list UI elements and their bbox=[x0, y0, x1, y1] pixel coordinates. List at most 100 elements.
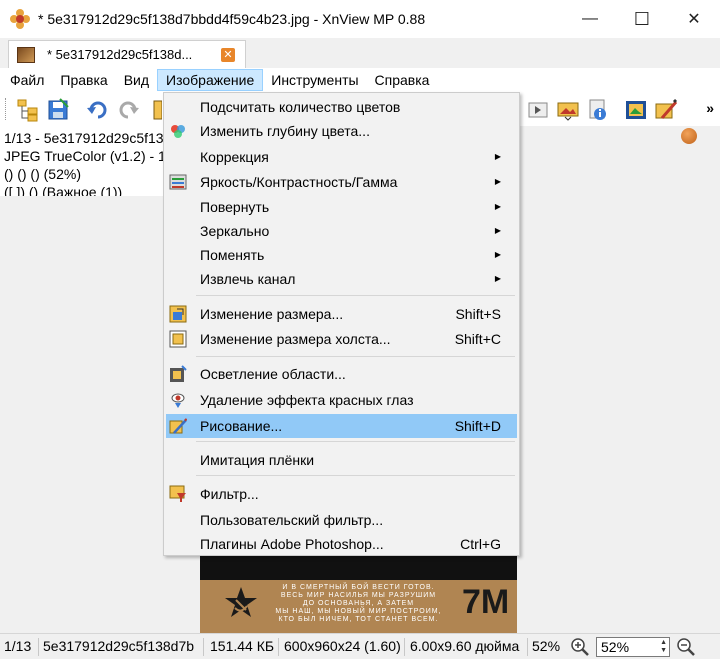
menu-item-shortcut: Shift+S bbox=[455, 306, 501, 322]
menu-item-3[interactable]: Коррекция ▶ bbox=[166, 145, 517, 169]
fullscreen-icon[interactable] bbox=[624, 98, 648, 122]
menu-separator bbox=[196, 356, 515, 357]
menu-item-label: Поменять bbox=[200, 247, 265, 263]
undo-icon[interactable] bbox=[86, 98, 110, 122]
brightness-icon bbox=[169, 173, 187, 191]
redo-icon[interactable] bbox=[116, 98, 140, 122]
toolbar-grip[interactable] bbox=[5, 98, 8, 120]
red-eye-icon bbox=[169, 391, 187, 409]
menu-item-5[interactable]: Повернуть ▶ bbox=[166, 195, 517, 219]
submenu-arrow-icon: ▶ bbox=[494, 152, 501, 161]
slideshow-icon[interactable] bbox=[556, 98, 580, 122]
menu-edit[interactable]: Правка bbox=[52, 69, 115, 91]
menu-item-label: Яркость/Контрастность/Гамма bbox=[200, 174, 398, 190]
menu-item-label: Изменение размера... bbox=[200, 306, 344, 322]
menu-item-label: Фильтр... bbox=[200, 486, 259, 502]
submenu-arrow-icon: ▶ bbox=[494, 250, 501, 259]
menu-item-shortcut: Ctrl+G bbox=[460, 536, 501, 552]
menu-item-8[interactable]: Извлечь канал ▶ bbox=[166, 267, 517, 291]
menu-view[interactable]: Вид bbox=[116, 69, 157, 91]
menu-file[interactable]: Файл bbox=[2, 69, 52, 91]
info-line-zoom: () () () (52%) bbox=[4, 166, 81, 182]
menu-item-10[interactable]: Изменение размера холста... Shift+C bbox=[166, 327, 517, 351]
status-file-size: 151.44 КБ bbox=[210, 638, 275, 654]
edit-drawing-icon[interactable] bbox=[654, 98, 678, 122]
window-title: * 5e317912d29c5f138d7bbdd4f59c4b23.jpg -… bbox=[38, 11, 426, 27]
menu-tools[interactable]: Инструменты bbox=[263, 69, 366, 91]
menu-item-label: Рисование... bbox=[200, 418, 283, 434]
canvas-size-icon bbox=[169, 330, 187, 348]
submenu-arrow-icon: ▶ bbox=[494, 177, 501, 186]
properties-icon[interactable] bbox=[586, 98, 610, 122]
document-tab[interactable]: * 5e317912d29c5f138d... ✕ bbox=[8, 40, 246, 68]
menu-separator bbox=[196, 475, 515, 476]
toolbar-button-partial[interactable] bbox=[152, 98, 163, 122]
info-line-tags: ([ ]) () (Важное (1)) bbox=[4, 184, 123, 196]
status-bar: 1/13 5e317912d29c5f138d7b 151.44 КБ 600x… bbox=[0, 633, 720, 659]
save-icon[interactable] bbox=[46, 98, 70, 122]
lighten-icon bbox=[169, 365, 187, 383]
color-label-icon[interactable] bbox=[681, 128, 697, 144]
menu-item-16[interactable]: Пользовательский фильтр... bbox=[166, 508, 517, 532]
menu-item-2[interactable]: Изменить глубину цвета... bbox=[166, 119, 517, 143]
filter-icon bbox=[169, 485, 187, 503]
menu-item-label: Имитация плёнки bbox=[200, 452, 315, 468]
close-button[interactable]: ✕ bbox=[668, 0, 720, 38]
menu-item-1[interactable]: Подсчитать количество цветов bbox=[166, 95, 517, 119]
browser-tree-icon[interactable] bbox=[16, 98, 40, 122]
tab-close-icon[interactable]: ✕ bbox=[221, 47, 235, 62]
image-thumbnail-icon bbox=[17, 46, 35, 63]
submenu-arrow-icon: ▶ bbox=[494, 274, 501, 283]
menu-item-14[interactable]: Имитация плёнки bbox=[166, 448, 517, 472]
tab-strip: * 5e317912d29c5f138d... ✕ bbox=[0, 38, 720, 68]
menu-bar: Файл Правка Вид Изображение Инструменты … bbox=[0, 68, 720, 92]
menu-item-7[interactable]: Поменять ▶ bbox=[166, 243, 517, 267]
displayed-image: И В СМЕРТНЫЙ БОЙ ВЕСТИ ГОТОВ. ВЕСЬ МИР Н… bbox=[200, 556, 517, 633]
menu-item-12[interactable]: Удаление эффекта красных глаз bbox=[166, 388, 517, 412]
minimize-button[interactable]: — bbox=[564, 0, 616, 38]
poster-logo: 7M bbox=[462, 583, 510, 621]
info-line-index: 1/13 - 5e317912d29c5f138d7bbdd4f59c4b23 bbox=[4, 130, 163, 146]
submenu-arrow-icon: ▶ bbox=[494, 226, 501, 235]
zoom-input[interactable]: 52% ▲ ▼ bbox=[596, 637, 670, 657]
menu-item-4[interactable]: Яркость/Контрастность/Гамма ▶ bbox=[166, 170, 517, 194]
menu-separator bbox=[196, 295, 515, 296]
zoom-down-icon[interactable]: ▼ bbox=[660, 647, 667, 655]
menu-item-15[interactable]: Фильтр... bbox=[166, 482, 517, 506]
menu-item-label: Пользовательский фильтр... bbox=[200, 512, 384, 528]
menu-item-shortcut: Shift+C bbox=[454, 331, 501, 347]
toolbar-overflow-icon[interactable]: » bbox=[706, 100, 714, 116]
menu-item-label: Коррекция bbox=[200, 149, 269, 165]
info-line-format: JPEG TrueColor (v1.2) - 1 bbox=[4, 148, 163, 164]
menu-item-label: Подсчитать количество цветов bbox=[200, 99, 401, 115]
zoom-up-icon[interactable]: ▲ bbox=[660, 639, 667, 647]
maximize-button[interactable]: ☐ bbox=[616, 0, 668, 38]
menu-item-label: Повернуть bbox=[200, 199, 270, 215]
zoom-in-icon[interactable] bbox=[570, 637, 590, 657]
menu-item-label: Плагины Adobe Photoshop... bbox=[200, 536, 384, 552]
menu-item-label: Изменение размера холста... bbox=[200, 331, 391, 347]
submenu-arrow-icon: ▶ bbox=[494, 202, 501, 211]
color-depth-icon bbox=[169, 122, 187, 140]
menu-help[interactable]: Справка bbox=[367, 69, 438, 91]
document-tab-label: * 5e317912d29c5f138d... bbox=[47, 47, 193, 62]
menu-item-13[interactable]: Рисование... Shift+D bbox=[166, 414, 517, 438]
next-arrow-icon[interactable] bbox=[526, 98, 550, 122]
resize-icon bbox=[169, 305, 187, 323]
menu-item-shortcut: Shift+D bbox=[454, 418, 501, 434]
draw-icon bbox=[169, 417, 188, 435]
xnview-app-icon[interactable] bbox=[10, 9, 30, 29]
menu-image[interactable]: Изображение bbox=[157, 69, 264, 91]
menu-item-9[interactable]: Изменение размера... Shift+S bbox=[166, 302, 517, 326]
menu-separator bbox=[196, 441, 515, 442]
status-zoom: 52% bbox=[532, 638, 561, 654]
zoom-out-icon[interactable] bbox=[676, 637, 696, 657]
menu-item-11[interactable]: Осветление области... bbox=[166, 362, 517, 386]
status-dimensions: 600x960x24 (1.60) bbox=[284, 638, 401, 654]
menu-item-label: Изменить глубину цвета... bbox=[200, 123, 370, 139]
status-print-size: 6.00x9.60 дюйма bbox=[410, 638, 520, 654]
menu-item-17[interactable]: Плагины Adobe Photoshop... Ctrl+G bbox=[166, 532, 517, 556]
menu-item-6[interactable]: Зеркально ▶ bbox=[166, 219, 517, 243]
title-bar: * 5e317912d29c5f138d7bbdd4f59c4b23.jpg -… bbox=[0, 0, 720, 38]
status-index: 1/13 bbox=[4, 638, 32, 654]
